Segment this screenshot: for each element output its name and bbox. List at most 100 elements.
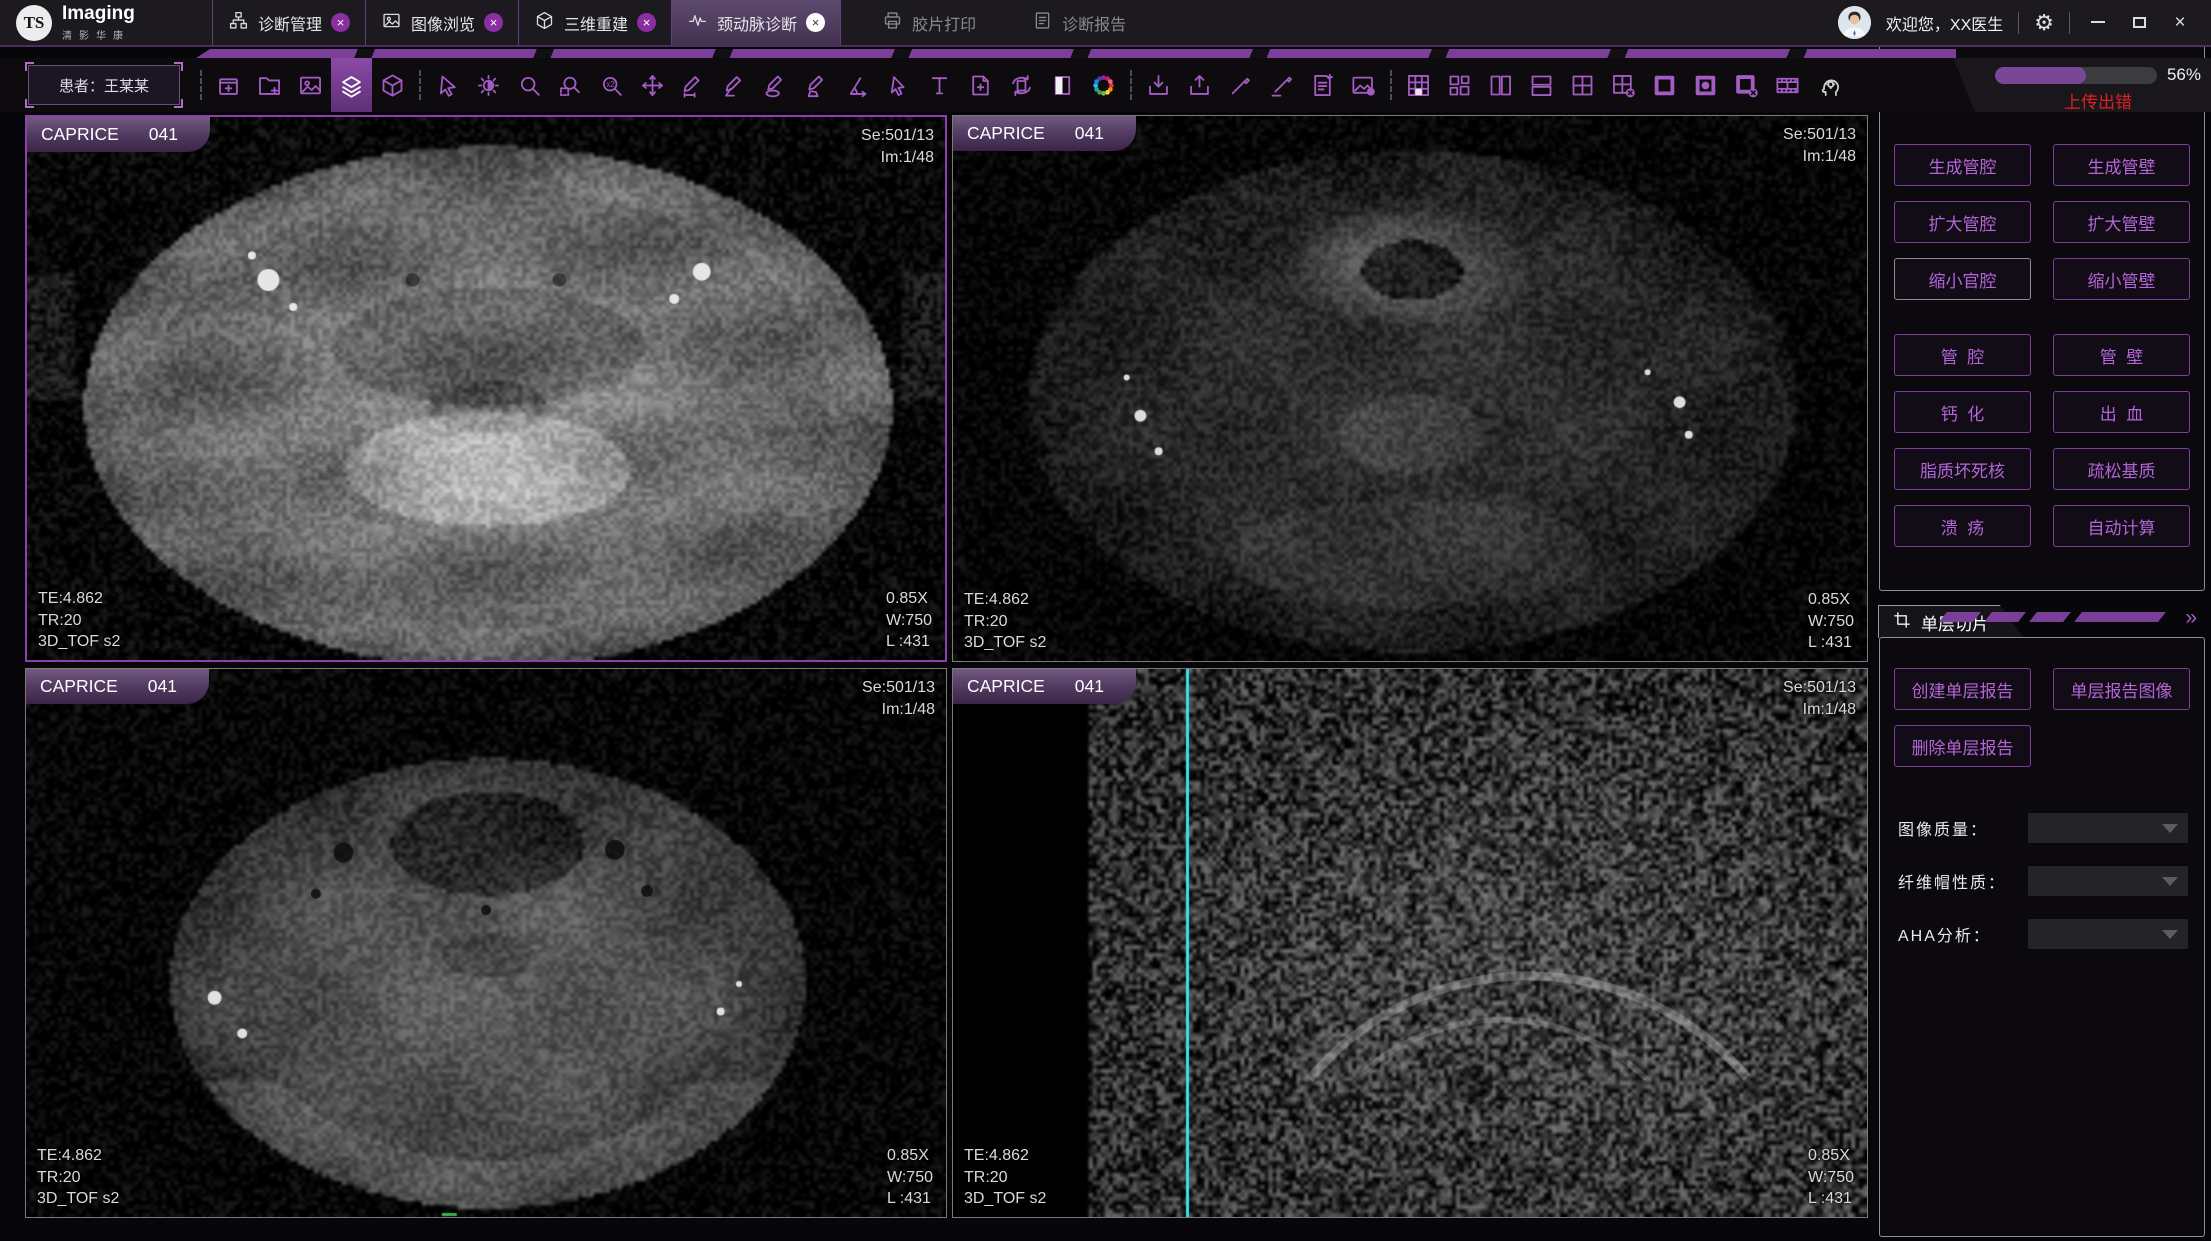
viewport-1[interactable]: CAPRICE 041 Se:501/13 Im:1/48 TE:4.862 T… <box>25 115 947 662</box>
mri-image[interactable] <box>953 669 1867 1217</box>
mri-image[interactable] <box>26 669 946 1217</box>
toolbar-icons: x2 <box>194 58 1849 112</box>
panel-button[interactable]: 删除单层报告 <box>1894 725 2031 767</box>
tab-3d-reconstruction[interactable]: 三维重建 × <box>518 0 671 45</box>
panel-button[interactable]: 创建单层报告 <box>1894 668 2031 710</box>
cursor-icon[interactable] <box>427 58 468 112</box>
probe-line-icon[interactable] <box>1261 58 1302 112</box>
add-page-icon[interactable] <box>960 58 1001 112</box>
tab-close-icon[interactable]: × <box>331 13 350 32</box>
viewport-4[interactable]: CAPRICE 041 Se:501/13 Im:1/48 TE:4.862 T… <box>952 668 1868 1218</box>
panel-button[interactable]: 单层报告图像 <box>2053 668 2190 710</box>
measure-polygon-icon[interactable] <box>796 58 837 112</box>
dropdown[interactable] <box>2028 866 2188 896</box>
tab-diagnosis-management[interactable]: 诊断管理 × <box>212 0 365 45</box>
viewport-2[interactable]: CAPRICE 041 Se:501/13 Im:1/48 TE:4.862 T… <box>952 115 1868 662</box>
panel-button[interactable]: 生成管壁 <box>2053 144 2190 186</box>
mri-image[interactable] <box>953 116 1867 661</box>
tab-close-icon[interactable]: × <box>637 13 656 32</box>
patient-name-field[interactable]: 患者：王某某 <box>28 65 180 105</box>
close-button[interactable]: × <box>2167 12 2193 34</box>
browse-images-icon[interactable] <box>290 58 331 112</box>
logo-subtitle: 清影华康 <box>62 27 135 42</box>
open-folder-icon[interactable] <box>249 58 290 112</box>
panel-button[interactable]: 缩小管壁 <box>2053 258 2190 300</box>
cube-3d-icon[interactable] <box>372 58 413 112</box>
toolbar-separator <box>194 58 208 112</box>
layout-split-vertical-icon[interactable] <box>1480 58 1521 112</box>
layout-split-horizontal-icon[interactable] <box>1521 58 1562 112</box>
upload-icon[interactable] <box>1179 58 1220 112</box>
settings-gear-icon[interactable]: ⚙ <box>2034 10 2054 36</box>
filmstrip-icon[interactable] <box>1767 58 1808 112</box>
logo-icon: TS <box>16 5 52 41</box>
key-image-icon[interactable] <box>1343 58 1384 112</box>
maximize-button[interactable] <box>2126 12 2152 34</box>
protractor-icon[interactable] <box>837 58 878 112</box>
pan-icon[interactable] <box>632 58 673 112</box>
tab-icon <box>381 10 402 36</box>
collapse-chevrons-icon[interactable]: » <box>2185 606 2197 630</box>
single-view-close-icon[interactable] <box>1726 58 1767 112</box>
panel-button[interactable]: 自动计算 <box>2053 505 2190 547</box>
welcome-text: 欢迎您，XX医生 <box>1886 11 2003 35</box>
panel-button[interactable]: 管 壁 <box>2053 334 2190 376</box>
download-icon[interactable] <box>1138 58 1179 112</box>
text-annotation-icon[interactable] <box>919 58 960 112</box>
single-view-icon[interactable] <box>1644 58 1685 112</box>
panel-button[interactable]: 出 血 <box>2053 391 2190 433</box>
right-panel: 血管分析 » 绑 定解除绑定 生成管腔生成管壁扩大管腔扩大管壁缩小官腔缩小管壁 … <box>1878 3 2208 1238</box>
zoom-2x-icon[interactable]: x2 <box>591 58 632 112</box>
layout-9-icon[interactable] <box>1398 58 1439 112</box>
series-image-info: Se:501/13 Im:1/48 <box>861 125 934 168</box>
panel-button[interactable]: 脂质坏死核 <box>1894 448 2031 490</box>
single-view-circle-icon[interactable] <box>1685 58 1726 112</box>
measure-ellipse-icon[interactable] <box>755 58 796 112</box>
titlebar-right: 欢迎您，XX医生 ⚙ × <box>1838 0 2211 45</box>
layout-close-icon[interactable] <box>1603 58 1644 112</box>
probe-icon[interactable] <box>1220 58 1261 112</box>
layout-tiles-icon[interactable] <box>1439 58 1480 112</box>
tab-close-icon[interactable]: × <box>806 13 825 32</box>
tab-image-browse[interactable]: 图像浏览 × <box>365 0 518 45</box>
panel-button[interactable]: 扩大管壁 <box>2053 201 2190 243</box>
tab-close-icon[interactable]: × <box>484 13 503 32</box>
panel-button[interactable]: 疏松基质 <box>2053 448 2190 490</box>
minimize-button[interactable] <box>2085 12 2111 34</box>
ai-assistant-icon[interactable] <box>1808 58 1849 112</box>
layers-icon[interactable] <box>331 58 372 112</box>
tab-film-print[interactable]: 胶片打印 <box>867 0 991 45</box>
upload-percent: 56% <box>2167 65 2201 85</box>
tab-diagnosis-report[interactable]: 诊断报告 <box>1017 0 1141 45</box>
report-add-icon[interactable] <box>1302 58 1343 112</box>
caret-down-icon <box>2162 930 2178 939</box>
measure-angle-icon[interactable] <box>714 58 755 112</box>
measure-line-icon[interactable] <box>673 58 714 112</box>
viewport-3[interactable]: CAPRICE 041 Se:501/13 Im:1/48 TE:4.862 T… <box>25 668 947 1218</box>
dropdown[interactable] <box>2028 813 2188 843</box>
zoom-icon[interactable] <box>509 58 550 112</box>
layout-2x2-icon[interactable] <box>1562 58 1603 112</box>
dropdown[interactable] <box>2028 919 2188 949</box>
palette-icon[interactable] <box>1083 58 1124 112</box>
panel-button[interactable]: 缩小官腔 <box>1894 258 2031 300</box>
zoom-region-icon[interactable] <box>550 58 591 112</box>
panel-button[interactable]: 生成管腔 <box>1894 144 2031 186</box>
panel-button[interactable]: 溃 疡 <box>1894 505 2031 547</box>
toolbar-separator <box>413 58 427 112</box>
panel-button[interactable]: 钙 化 <box>1894 391 2031 433</box>
rotate-icon[interactable] <box>1001 58 1042 112</box>
field-label: 图像质量： <box>1898 816 1988 840</box>
decorative-stripe <box>196 49 1956 58</box>
import-study-icon[interactable] <box>208 58 249 112</box>
upload-progress-bar <box>1995 67 2157 84</box>
field-label: AHA分析： <box>1898 922 1991 946</box>
window-level-icon[interactable] <box>468 58 509 112</box>
tab-carotid-diagnosis[interactable]: 颈动脉诊断 × <box>671 0 841 45</box>
arrow-annotation-icon[interactable] <box>878 58 919 112</box>
invert-icon[interactable] <box>1042 58 1083 112</box>
divider <box>2018 12 2019 34</box>
mri-image[interactable] <box>27 117 945 660</box>
panel-button[interactable]: 扩大管腔 <box>1894 201 2031 243</box>
panel-button[interactable]: 管 腔 <box>1894 334 2031 376</box>
